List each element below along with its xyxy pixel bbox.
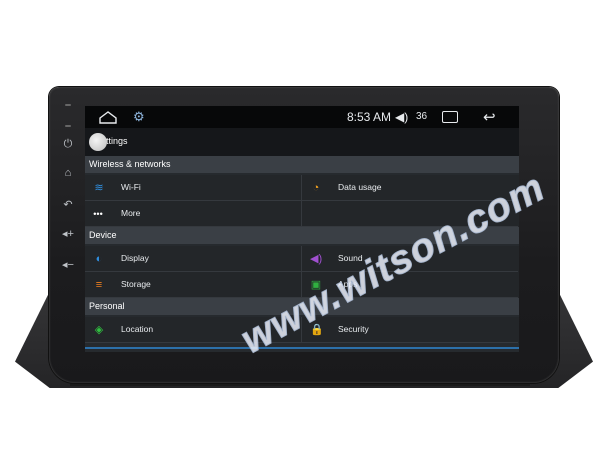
home-nav-icon[interactable] (99, 110, 117, 124)
setting-label: Display (121, 253, 149, 263)
recent-apps-icon[interactable] (442, 111, 458, 123)
back-nav-icon[interactable]: ↩ (483, 108, 496, 126)
setting-label: Security (338, 324, 369, 334)
scroll-edge (85, 347, 519, 349)
settings-gear-icon: ⚙ (133, 109, 145, 124)
sound-icon: ◀) (310, 253, 323, 265)
setting-label: Wi-Fi (121, 182, 141, 192)
settings-row: ≋ Wi-Fi ◔ Data usage (85, 175, 519, 201)
setting-label: Storage (121, 279, 151, 289)
setting-item-display[interactable]: ◐ Display (85, 246, 302, 272)
data-usage-icon: ◔ (312, 182, 320, 194)
setting-item-security[interactable]: 🔒 Security (302, 317, 518, 343)
status-bar: ⚙ 8:53 AM ◀) 36 ↩ (85, 106, 519, 128)
setting-item-storage[interactable]: ≡ Storage (85, 272, 302, 298)
setting-item-wi-fi[interactable]: ≋ Wi-Fi (85, 175, 302, 201)
power-button-icon[interactable]: ⏻ (58, 136, 78, 152)
volume-up-button-icon[interactable]: ◂+ (58, 226, 78, 242)
display-icon: ◐ (95, 253, 103, 265)
location-icon: ◈ (94, 324, 104, 336)
setting-label: Data usage (338, 182, 382, 192)
volume-level: 36 (416, 111, 428, 122)
home-button-icon[interactable]: ⌂ (58, 165, 78, 181)
setting-label: Location (121, 324, 154, 334)
action-bar: Settings (85, 128, 519, 156)
clock: 8:53 AM (347, 110, 392, 124)
section-header: Wireless & networks (85, 156, 519, 173)
touch-indicator (89, 133, 107, 151)
setting-label: More (121, 208, 141, 218)
reset-dot (65, 125, 71, 127)
storage-icon: ≡ (95, 279, 103, 291)
more-dots-icon: ••• (93, 209, 103, 219)
volume-icon: ◀) (395, 110, 409, 124)
back-button-icon[interactable]: ↶ (58, 197, 78, 213)
volume-down-button-icon[interactable]: ◂− (58, 257, 78, 273)
setting-item-more[interactable]: ••• More (85, 201, 302, 227)
wifi-icon: ≋ (94, 182, 104, 194)
mic-dot (65, 104, 71, 106)
